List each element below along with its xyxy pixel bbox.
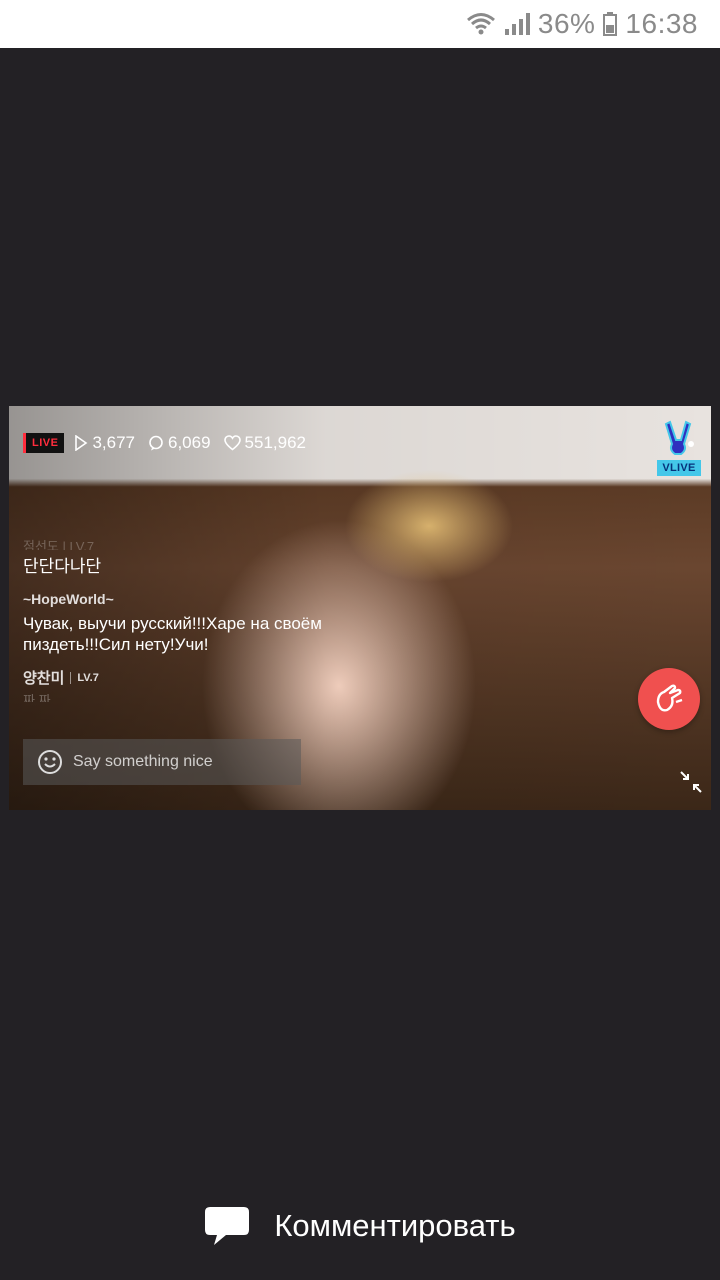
finger-heart-icon: [656, 684, 683, 712]
comment-button-label: Комментировать: [274, 1208, 516, 1243]
comments-stat: 6,069: [148, 433, 211, 453]
comment-input-placeholder: Say something nice: [73, 753, 213, 770]
finger-heart-button[interactable]: [638, 668, 700, 730]
heart-icon: [223, 435, 241, 451]
vlive-logo: VLIVE: [657, 418, 701, 476]
chat-username: ~HopeWorld~: [23, 591, 114, 607]
vlive-logo-text: VLIVE: [657, 460, 701, 476]
speech-bubble-icon: [205, 1207, 250, 1245]
user-level-badge: LV.7: [70, 671, 99, 684]
chat-message: 단단다나단: [23, 557, 102, 576]
video-player[interactable]: LIVE 3,677 6,069 551,962 VLIVE 점선도 | LV.…: [9, 406, 711, 810]
stream-stats: LIVE 3,677 6,069 551,962: [23, 433, 319, 453]
views-stat: 3,677: [74, 433, 135, 453]
comment-input[interactable]: Say something nice: [23, 739, 301, 785]
collapse-icon[interactable]: [679, 770, 703, 794]
wifi-icon: [466, 12, 496, 36]
chat-message: Чувак, выучи русский!!!Харе на своём пиз…: [23, 614, 322, 654]
chat-username: 양찬미: [23, 670, 65, 687]
clock: 16:38: [625, 8, 698, 39]
chat-feed: 점선도 | LV.7 단단다나단 ~HopeWorld~ Чувак, выуч…: [23, 536, 323, 702]
live-badge: LIVE: [23, 433, 65, 453]
status-bar: 36% 16:38: [0, 0, 720, 48]
likes-stat: 551,962: [223, 433, 306, 453]
battery-icon: [603, 12, 618, 36]
battery-percent: 36%: [537, 8, 596, 39]
comment-button[interactable]: Комментировать: [0, 1190, 720, 1262]
comment-bubble-icon: [149, 435, 163, 451]
chat-faded-line: 짜 짜: [23, 693, 51, 702]
v-hand-icon: [664, 420, 694, 455]
smiley-icon[interactable]: [37, 749, 63, 775]
chat-user-row: 양찬미 LV.7: [23, 667, 323, 688]
comments-count: 6,069: [168, 433, 211, 452]
likes-count: 551,962: [244, 433, 306, 452]
signal-icon: [504, 12, 530, 36]
views-count: 3,677: [92, 433, 135, 452]
play-icon: [75, 435, 88, 451]
chat-faded-line: 점선도 | LV.7: [23, 539, 95, 550]
